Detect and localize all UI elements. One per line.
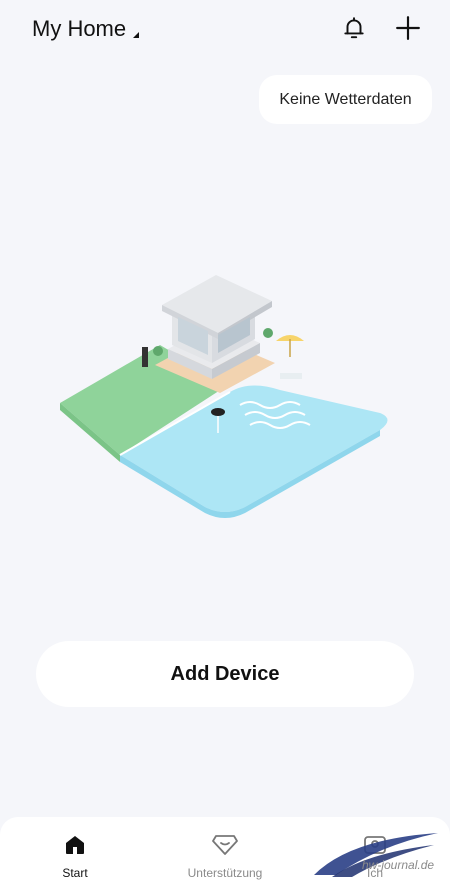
notifications-button[interactable] — [338, 12, 370, 44]
add-device-button[interactable]: Add Device — [36, 641, 414, 707]
add-button[interactable] — [392, 12, 424, 44]
caret-down-icon — [133, 32, 140, 38]
bell-icon — [344, 17, 364, 39]
tab-start-label: Start — [62, 866, 88, 880]
home-icon — [66, 836, 84, 854]
home-selector[interactable]: My Home — [32, 16, 140, 42]
weather-label: Keine Wetterdaten — [279, 90, 412, 108]
plus-icon — [396, 16, 420, 40]
header: My Home — [0, 0, 450, 60]
watermark-logo — [314, 833, 438, 877]
watermark-text: hw-journal.de — [362, 858, 435, 872]
add-device-label: Add Device — [170, 662, 280, 685]
home-name: My Home — [32, 16, 127, 41]
tab-support[interactable]: Unterstützung — [150, 817, 300, 884]
tab-start[interactable]: Start — [0, 817, 150, 884]
diamond-icon — [212, 835, 238, 855]
tab-support-label: Unterstützung — [187, 866, 263, 880]
robot-icon — [211, 408, 225, 416]
home-illustration — [60, 275, 388, 518]
weather-card[interactable]: Keine Wetterdaten — [259, 75, 432, 124]
